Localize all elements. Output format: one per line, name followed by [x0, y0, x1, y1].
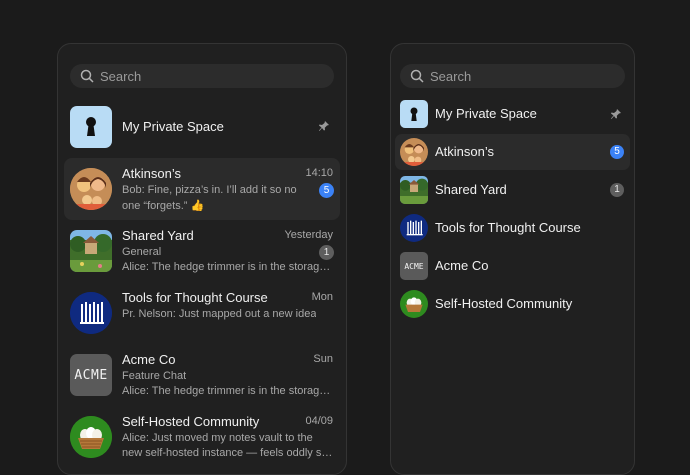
egg-basket-icon [400, 290, 428, 318]
chat-item-acme-co[interactable]: ACME Acme Co [395, 248, 630, 284]
search-icon [80, 69, 94, 83]
chat-item-self-hosted-community[interactable]: Self-Hosted Community 04/09 Alice: Just … [64, 406, 340, 468]
unread-badge: 5 [319, 183, 334, 198]
garden-photo-icon [400, 176, 428, 204]
chat-name: My Private Space [435, 106, 537, 121]
egg-basket-icon [70, 416, 112, 458]
chat-item-tools-for-thought[interactable]: Tools for Thought Course [395, 210, 630, 246]
chat-list-panel-compact: Search My Private Space Atkinson’s 5 Sha… [390, 43, 635, 475]
chat-preview: Bob: Fine, pizza’s in. I’ll add it so no [122, 184, 297, 196]
chat-item-atkinsons[interactable]: Atkinson’s 14:10 Bob: Fine, pizza’s in. … [64, 158, 340, 220]
columns-logo-icon [400, 214, 428, 242]
chat-preview: Alice: Just moved my notes vault to the [122, 432, 313, 444]
garden-photo-icon [70, 230, 112, 272]
tools-for-thought-avatar [70, 292, 112, 334]
acme-logo-text: ACME [404, 261, 424, 271]
acme-avatar: ACME [70, 354, 112, 396]
family-photo-icon [400, 138, 428, 166]
acme-avatar: ACME [400, 252, 428, 280]
chat-list-panel-expanded: Search My Private Space Atkinson’s 14:10… [57, 43, 347, 475]
chat-name: Acme Co [122, 352, 176, 367]
self-hosted-community-avatar [400, 290, 428, 318]
pin-icon[interactable] [318, 120, 330, 132]
family-photo-icon [70, 168, 112, 210]
chat-name: Self-Hosted Community [435, 296, 573, 311]
unread-badge: 1 [319, 245, 334, 260]
chat-name: Tools for Thought Course [122, 290, 268, 305]
chat-name: Acme Co [435, 258, 489, 273]
chat-name: My Private Space [122, 119, 224, 134]
private-space-avatar [400, 100, 428, 128]
chat-item-tools-for-thought[interactable]: Tools for Thought Course Mon Pr. Nelson:… [64, 282, 340, 344]
shared-yard-avatar [70, 230, 112, 272]
shared-yard-avatar [400, 176, 428, 204]
columns-logo-icon [70, 292, 112, 334]
acme-logo-text: ACME [74, 367, 108, 383]
chat-time: Yesterday [284, 229, 333, 241]
chat-name: Tools for Thought Course [435, 220, 581, 235]
chat-time: 14:10 [305, 167, 333, 179]
chat-preview: Pr. Nelson: Just mapped out a new idea [122, 308, 317, 320]
tools-for-thought-avatar [400, 214, 428, 242]
chat-preview-continued: new self-hosted instance — feels oddly s… [122, 447, 333, 459]
search-placeholder: Search [430, 68, 472, 84]
chat-item-private-space[interactable]: My Private Space [395, 96, 630, 132]
chat-topic: Feature Chat [122, 370, 187, 382]
chat-item-shared-yard[interactable]: Shared Yard 1 [395, 172, 630, 208]
chat-item-shared-yard[interactable]: Shared Yard Yesterday General Alice: The… [64, 220, 340, 282]
chat-preview: Alice: The hedge trimmer is in the stora… [122, 261, 336, 273]
search-icon [410, 69, 424, 83]
pin-icon[interactable] [610, 108, 622, 120]
atkinsons-avatar [400, 138, 428, 166]
chat-topic: General [122, 246, 162, 258]
self-hosted-community-avatar [70, 416, 112, 458]
chat-time: Sun [313, 353, 333, 365]
chat-name: Shared Yard [122, 228, 194, 243]
chat-name: Self-Hosted Community [122, 414, 260, 429]
chat-item-acme-co[interactable]: ACME Acme Co Sun Feature Chat Alice: The… [64, 344, 340, 406]
chat-name: Atkinson’s [435, 144, 495, 159]
chat-preview: Alice: The hedge trimmer is in the stora… [122, 385, 336, 397]
search-input[interactable]: Search [70, 64, 334, 88]
chat-name: Shared Yard [435, 182, 507, 197]
unread-badge: 1 [610, 183, 624, 197]
atkinsons-avatar [70, 168, 112, 210]
chat-preview-continued: one “forgets.” 👍 [122, 200, 205, 212]
chat-item-private-space[interactable]: My Private Space [64, 96, 340, 158]
keyhole-icon [410, 107, 418, 121]
chat-time: Mon [311, 291, 333, 303]
chat-item-self-hosted-community[interactable]: Self-Hosted Community [395, 286, 630, 322]
keyhole-icon [86, 117, 96, 136]
chat-name: Atkinson’s [122, 166, 182, 181]
search-input[interactable]: Search [400, 64, 625, 88]
search-placeholder: Search [100, 68, 142, 84]
private-space-avatar [70, 106, 112, 148]
unread-badge: 5 [610, 145, 624, 159]
chat-item-atkinsons[interactable]: Atkinson’s 5 [395, 134, 630, 170]
chat-time: 04/09 [305, 415, 333, 427]
